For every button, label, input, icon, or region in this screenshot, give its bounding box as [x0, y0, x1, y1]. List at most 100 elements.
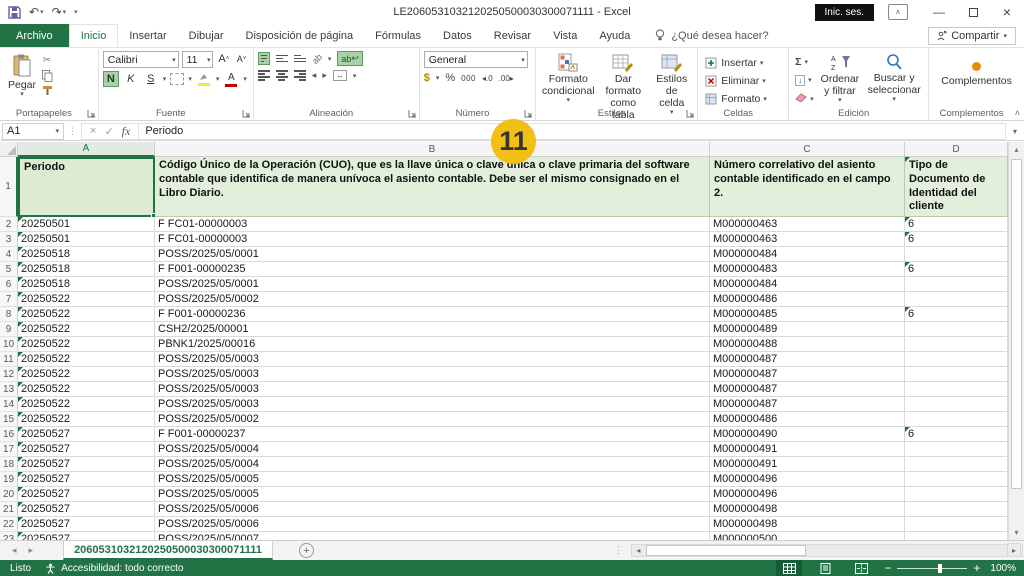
- cell-correlativo[interactable]: M000000485: [710, 307, 905, 322]
- formula-input[interactable]: Periodo: [139, 123, 1006, 140]
- row-header[interactable]: 13: [0, 382, 18, 397]
- align-middle-icon[interactable]: [276, 55, 288, 63]
- accounting-format-icon[interactable]: $: [424, 72, 430, 84]
- row-header[interactable]: 18: [0, 457, 18, 472]
- clear-button[interactable]: ▾: [793, 92, 816, 106]
- cell-periodo[interactable]: 20250522: [18, 322, 155, 337]
- cell-periodo[interactable]: 20250527: [18, 532, 155, 540]
- decrease-decimal-icon[interactable]: .00▸: [499, 74, 514, 83]
- cell-cuo[interactable]: POSS/2025/05/0006: [155, 517, 710, 532]
- font-name-select[interactable]: Calibri▾: [103, 51, 179, 68]
- cell-periodo[interactable]: 20250522: [18, 337, 155, 352]
- cell-tipo-doc[interactable]: [905, 352, 1008, 367]
- redo-button[interactable]: ↷▾: [52, 5, 67, 19]
- cell-tipo-doc[interactable]: [905, 412, 1008, 427]
- cancel-entry-icon[interactable]: ×: [90, 125, 96, 137]
- page-break-view-button[interactable]: [848, 560, 874, 576]
- cell-cuo[interactable]: F F001-00000235: [155, 262, 710, 277]
- paste-button[interactable]: Pegar ▾: [4, 51, 40, 106]
- cell-cuo[interactable]: F FC01-00000003: [155, 217, 710, 232]
- cell-correlativo[interactable]: M000000487: [710, 397, 905, 412]
- cell-periodo[interactable]: 20250501: [18, 217, 155, 232]
- row-header[interactable]: 17: [0, 442, 18, 457]
- addins-button[interactable]: Complementos: [933, 51, 1020, 106]
- copy-icon[interactable]: [40, 69, 54, 82]
- cell-tipo-doc[interactable]: 6: [905, 217, 1008, 232]
- cell-cuo[interactable]: CSH2/2025/00001: [155, 322, 710, 337]
- tab-archivo[interactable]: Archivo: [0, 24, 69, 47]
- scroll-up-icon[interactable]: ▴: [1009, 142, 1024, 157]
- page-layout-view-button[interactable]: [812, 560, 838, 576]
- cell-correlativo[interactable]: M000000463: [710, 217, 905, 232]
- align-center-icon[interactable]: [276, 70, 288, 81]
- horizontal-scrollbar-thumb[interactable]: [646, 545, 806, 556]
- cell-periodo[interactable]: 20250522: [18, 307, 155, 322]
- column-header-d[interactable]: D: [905, 142, 1008, 156]
- cell-cuo[interactable]: POSS/2025/05/0005: [155, 472, 710, 487]
- cell-tipo-doc[interactable]: [905, 517, 1008, 532]
- expand-formula-bar-icon[interactable]: ▾: [1006, 127, 1024, 136]
- cell-styles-button[interactable]: Estilos de celda ▾: [650, 51, 693, 106]
- column-header-c[interactable]: C: [710, 142, 905, 156]
- row-header[interactable]: 15: [0, 412, 18, 427]
- row-header[interactable]: 12: [0, 367, 18, 382]
- underline-button[interactable]: S: [143, 71, 159, 87]
- sort-filter-button[interactable]: AZ Ordenar y filtrar ▾: [816, 51, 864, 106]
- sheet-nav-right-icon[interactable]: ▸: [29, 545, 34, 556]
- row-header[interactable]: 9: [0, 322, 18, 337]
- cell-tipo-doc[interactable]: [905, 442, 1008, 457]
- cell-tipo-doc[interactable]: 6: [905, 232, 1008, 247]
- customize-qat-button[interactable]: ▾: [74, 8, 78, 16]
- cell-correlativo[interactable]: M000000463: [710, 232, 905, 247]
- styles-dialog-launcher-icon[interactable]: [686, 109, 695, 118]
- row-header-1[interactable]: 1: [0, 157, 18, 217]
- cell-tipo-doc[interactable]: [905, 322, 1008, 337]
- zoom-in-button[interactable]: +: [973, 561, 980, 575]
- zoom-out-button[interactable]: −: [884, 561, 891, 575]
- add-sheet-button[interactable]: +: [299, 543, 314, 558]
- undo-button[interactable]: ↶▾: [29, 5, 44, 19]
- zoom-level[interactable]: 100%: [990, 563, 1016, 574]
- cell-a1-selected[interactable]: Periodo: [18, 157, 155, 217]
- cell-correlativo[interactable]: M000000486: [710, 292, 905, 307]
- cell-cuo[interactable]: PBNK1/2025/00016: [155, 337, 710, 352]
- cell-periodo[interactable]: 20250522: [18, 292, 155, 307]
- tab-revisar[interactable]: Revisar: [483, 24, 542, 47]
- sheet-nav-left-icon[interactable]: ◂: [12, 545, 17, 556]
- row-header[interactable]: 11: [0, 352, 18, 367]
- cell-correlativo[interactable]: M000000487: [710, 382, 905, 397]
- cell-correlativo[interactable]: M000000484: [710, 277, 905, 292]
- cell-cuo[interactable]: POSS/2025/05/0003: [155, 397, 710, 412]
- cell-cuo[interactable]: POSS/2025/05/0001: [155, 247, 710, 262]
- select-all-button[interactable]: [0, 142, 18, 156]
- row-header[interactable]: 16: [0, 427, 18, 442]
- cell-periodo[interactable]: 20250518: [18, 247, 155, 262]
- cell-periodo[interactable]: 20250522: [18, 367, 155, 382]
- cell-periodo[interactable]: 20250527: [18, 427, 155, 442]
- cell-periodo[interactable]: 20250527: [18, 472, 155, 487]
- cell-periodo[interactable]: 20250522: [18, 382, 155, 397]
- zoom-slider[interactable]: [897, 568, 967, 569]
- cell-periodo[interactable]: 20250527: [18, 502, 155, 517]
- delete-cells-button[interactable]: Eliminar▾: [702, 73, 769, 88]
- tab-inicio[interactable]: Inicio: [69, 24, 119, 47]
- cell-periodo[interactable]: 20250518: [18, 277, 155, 292]
- tab-datos[interactable]: Datos: [432, 24, 483, 47]
- format-cells-button[interactable]: Formato▾: [702, 91, 769, 106]
- cell-tipo-doc[interactable]: [905, 277, 1008, 292]
- maximize-button[interactable]: [956, 0, 990, 24]
- cell-correlativo[interactable]: M000000487: [710, 352, 905, 367]
- save-icon[interactable]: [8, 6, 21, 19]
- cell-periodo[interactable]: 20250527: [18, 487, 155, 502]
- cell-correlativo[interactable]: M000000491: [710, 442, 905, 457]
- row-header[interactable]: 19: [0, 472, 18, 487]
- ribbon-display-options-icon[interactable]: ˄: [888, 4, 908, 20]
- sheet-tab[interactable]: 2060531032120250500030300071111: [63, 541, 273, 560]
- cell-correlativo[interactable]: M000000489: [710, 322, 905, 337]
- row-header[interactable]: 4: [0, 247, 18, 262]
- cell-cuo[interactable]: POSS/2025/05/0003: [155, 352, 710, 367]
- cell-correlativo[interactable]: M000000498: [710, 502, 905, 517]
- cell-correlativo[interactable]: M000000500: [710, 532, 905, 540]
- row-header[interactable]: 8: [0, 307, 18, 322]
- orientation-icon[interactable]: ab: [310, 51, 324, 65]
